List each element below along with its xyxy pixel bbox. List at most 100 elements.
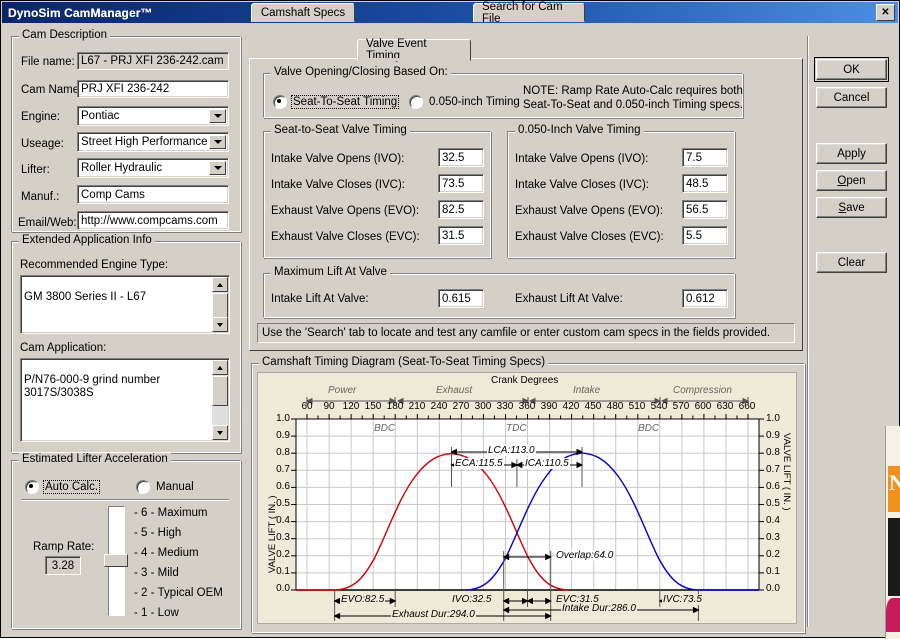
basis-note-line2: Seat-To-Seat and 0.050-inch Timing specs…	[523, 99, 743, 111]
ok-button[interactable]: OK	[816, 59, 887, 80]
save-button-label: Save	[838, 202, 864, 214]
xtick-570: 570	[670, 401, 692, 412]
scroll-up-icon[interactable]	[212, 277, 228, 292]
scale-item-2: - 2 - Typical OEM	[134, 587, 223, 599]
xtick-420: 420	[560, 401, 582, 412]
ytick-left-0.0: 0.0	[268, 583, 290, 594]
marker-tdc-360: TDC	[506, 423, 527, 434]
radio-seat-to-seat-label: Seat-To-Seat Timing	[292, 96, 398, 108]
recommended-engine-type-label: Recommended Engine Type:	[20, 259, 168, 271]
intake-lift-label: Intake Lift At Valve:	[271, 293, 369, 305]
basis-legend: Valve Opening/Closing Based On:	[271, 66, 451, 78]
ytick-left-0.7: 0.7	[268, 464, 290, 475]
save-button[interactable]: Save	[816, 197, 887, 218]
050-ivo-input[interactable]: 7.5	[682, 148, 728, 167]
chevron-down-icon[interactable]	[209, 109, 226, 123]
useage-combo-value: Street High Performance	[81, 133, 208, 151]
radio-seat-to-seat[interactable]: Seat-To-Seat Timing	[273, 95, 398, 109]
cam-application-textarea[interactable]: P/N76-000-9 grind number 3017S/3038S	[20, 358, 230, 442]
050-ivo-label: Intake Valve Opens (IVO):	[515, 153, 648, 165]
radio-auto-calc-label: Auto Calc.	[44, 481, 99, 493]
radio-dot-icon	[136, 480, 150, 494]
cancel-button[interactable]: Cancel	[816, 87, 887, 108]
scroll-down-icon[interactable]	[212, 317, 228, 332]
open-button[interactable]: Open	[816, 170, 887, 191]
annotation-intake-dur: Intake Dur:286.0	[561, 603, 637, 614]
050-evc-label: Exhaust Valve Closes (EVC):	[515, 231, 664, 243]
scroll-down-icon[interactable]	[212, 425, 228, 440]
ytick-right-0.3: 0.3	[766, 532, 788, 543]
recommended-engine-type-textarea[interactable]: GM 3800 Series II - L67	[20, 275, 230, 334]
stroke-marker-compression: Compression	[673, 385, 732, 396]
scale-item-3: - 3 - Mild	[134, 567, 179, 579]
background-window-magenta-shape	[886, 598, 900, 632]
chevron-down-icon[interactable]	[209, 161, 226, 175]
seat-evc-input[interactable]: 31.5	[438, 226, 484, 245]
radio-manual-label: Manual	[155, 481, 195, 493]
radio-auto-calc[interactable]: Auto Calc.	[25, 480, 99, 494]
scrollbar-thumb[interactable]	[212, 376, 228, 406]
radio-manual[interactable]: Manual	[136, 480, 195, 494]
radio-050-inch[interactable]: 0.050-inch Timing	[409, 95, 521, 109]
scroll-up-icon[interactable]	[212, 360, 228, 375]
background-window-orange-band: N	[888, 466, 900, 512]
apply-button[interactable]: Apply	[816, 143, 887, 164]
seat-ivc-input[interactable]: 73.5	[438, 174, 484, 193]
scale-item-5: - 5 - High	[134, 527, 181, 539]
cam-name-input[interactable]: PRJ XFI 236-242	[77, 80, 229, 98]
050-ivc-label: Intake Valve Closes (IVC):	[515, 179, 649, 191]
exhaust-lift-label: Exhaust Lift At Valve:	[515, 293, 623, 305]
exhaust-lift-input[interactable]: 0.612	[682, 289, 728, 308]
useage-combo[interactable]: Street High Performance	[77, 132, 229, 152]
ramp-rate-slider-thumb[interactable]	[104, 554, 128, 567]
open-accel: O	[837, 175, 846, 187]
engine-combo[interactable]: Pontiac	[77, 106, 229, 126]
divider	[21, 499, 229, 501]
scale-name-1: Low	[158, 607, 179, 619]
marker-bdc-180: BDC	[374, 423, 395, 434]
annotation-lca: LCA:113.0	[487, 445, 536, 456]
xtick-210: 210	[406, 401, 428, 412]
open-button-label: Open	[837, 175, 865, 187]
xtick-630: 630	[714, 401, 736, 412]
tab-camshaft-specs-label: Camshaft Specs	[261, 7, 345, 19]
annotation-evo: EVO:82.5	[340, 594, 385, 605]
email-web-input[interactable]: http://www.compcams.com	[77, 211, 229, 230]
tab-search-for-cam-file[interactable]: Search for Cam File	[473, 3, 585, 22]
scale-item-4: - 4 - Medium	[134, 547, 199, 559]
scrollbar-vertical[interactable]	[212, 360, 228, 440]
title-bar: DynoSim CamManager™ ✕	[2, 2, 898, 23]
intake-lift-input[interactable]: 0.615	[438, 289, 484, 308]
radio-dot-icon	[409, 95, 423, 109]
scale-name-4: Medium	[158, 547, 199, 559]
manuf-input[interactable]: Comp Cams	[77, 185, 229, 204]
lifter-label: Lifter:	[21, 164, 50, 176]
scrollbar-vertical[interactable]	[212, 277, 228, 332]
050-evo-input[interactable]: 56.5	[682, 200, 728, 219]
050-ivc-input[interactable]: 48.5	[682, 174, 728, 193]
radio-dot-icon	[25, 480, 39, 494]
ytick-right-0.0: 0.0	[766, 583, 788, 594]
extended-app-info-legend: Extended Application Info	[19, 234, 155, 246]
xtick-480: 480	[604, 401, 626, 412]
y-axis-label-left: VALVE LIFT ( IN. )	[267, 495, 278, 573]
tab-camshaft-specs[interactable]: Camshaft Specs	[251, 3, 355, 22]
email-web-label: Email/Web:	[18, 217, 77, 229]
max-lift-legend: Maximum Lift At Valve	[271, 266, 390, 278]
050-evo-label: Exhaust Valve Opens (EVO):	[515, 205, 663, 217]
file-name-field: L67 - PRJ XFI 236-242.cam	[77, 52, 229, 70]
ramp-rate-value: 3.28	[45, 556, 81, 575]
clear-button[interactable]: Clear	[816, 252, 887, 273]
chevron-down-icon[interactable]	[209, 135, 226, 149]
ytick-left-1.0: 1.0	[268, 413, 290, 424]
050-evc-input[interactable]: 5.5	[682, 226, 728, 245]
xtick-660: 660	[736, 401, 758, 412]
useage-label: Useage:	[21, 138, 64, 150]
lifter-combo[interactable]: Roller Hydraulic	[77, 158, 229, 178]
seat-ivo-input[interactable]: 32.5	[438, 148, 484, 167]
background-window-sliver[interactable]: N	[885, 426, 900, 639]
chart-title: Crank Degrees	[491, 375, 558, 386]
tab-seam-cover	[359, 58, 470, 61]
seat-evo-input[interactable]: 82.5	[438, 200, 484, 219]
close-icon[interactable]: ✕	[876, 4, 895, 21]
